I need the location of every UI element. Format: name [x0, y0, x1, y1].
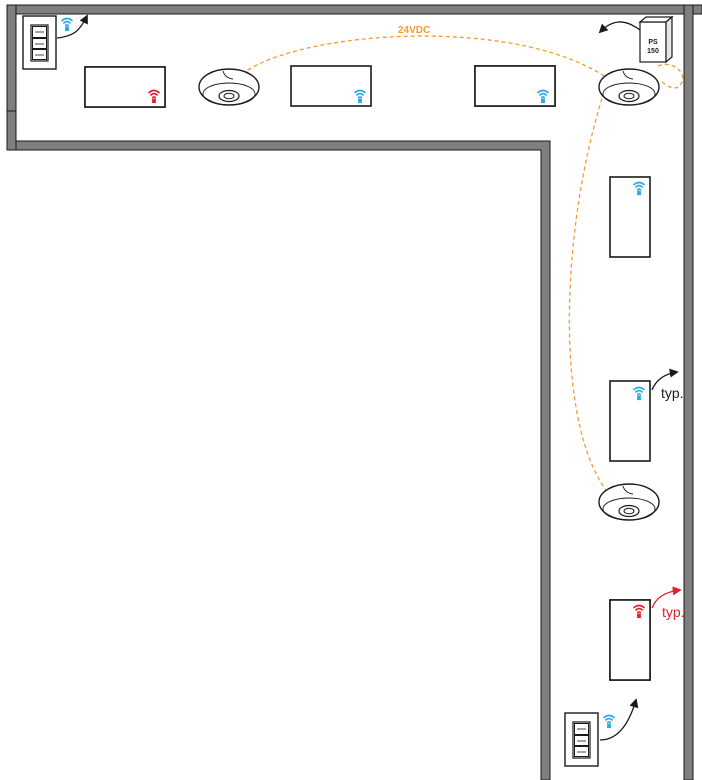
- wiring-label: 24VDC: [398, 25, 430, 36]
- wireless-blue-icon: [602, 714, 616, 729]
- power-supply-label-line1: PS: [648, 39, 658, 46]
- top-outer-wall: [6, 4, 702, 15]
- walls: [6, 4, 702, 780]
- keypad-top-arrow-icon: [56, 14, 88, 39]
- typ-label-red: typ.: [662, 604, 685, 620]
- wireless-blue-icon: [60, 17, 74, 32]
- wiring-sensor-to-lower-sensor: [568, 91, 607, 491]
- fixture-top-2: [290, 65, 372, 107]
- left-wall-stub: [6, 4, 17, 112]
- fixture-corridor-1: [609, 176, 651, 258]
- fixture-corridor-2: typ.: [609, 368, 684, 462]
- inner-corner-wall: [6, 110, 551, 780]
- power-supply-label-line2: 150: [647, 48, 659, 55]
- fixture-top-1: [84, 66, 166, 108]
- inner-wall-left-cap: [6, 110, 17, 151]
- power-supply-arrow-icon: [598, 21, 641, 34]
- right-outer-wall: [683, 4, 694, 780]
- occupancy-sensor-corridor: [598, 483, 660, 521]
- wall-keypad-top: [22, 14, 88, 70]
- typ-label-black: typ.: [661, 385, 684, 401]
- power-supply: PS 150: [598, 15, 674, 64]
- floor-plan: 24VDC PS 150 typ. typ.: [0, 0, 702, 780]
- occupancy-sensor-top-left: [198, 68, 260, 106]
- fixture-top-3: [474, 65, 556, 107]
- wiring-sensor-to-power-supply: [657, 63, 684, 89]
- lighting-plan-diagram: 24VDC PS 150 typ. typ.: [6, 4, 702, 780]
- fixture-corridor-3: typ.: [609, 586, 685, 681]
- occupancy-sensor-top-right: [598, 68, 660, 106]
- wall-keypad-bottom: [564, 698, 639, 767]
